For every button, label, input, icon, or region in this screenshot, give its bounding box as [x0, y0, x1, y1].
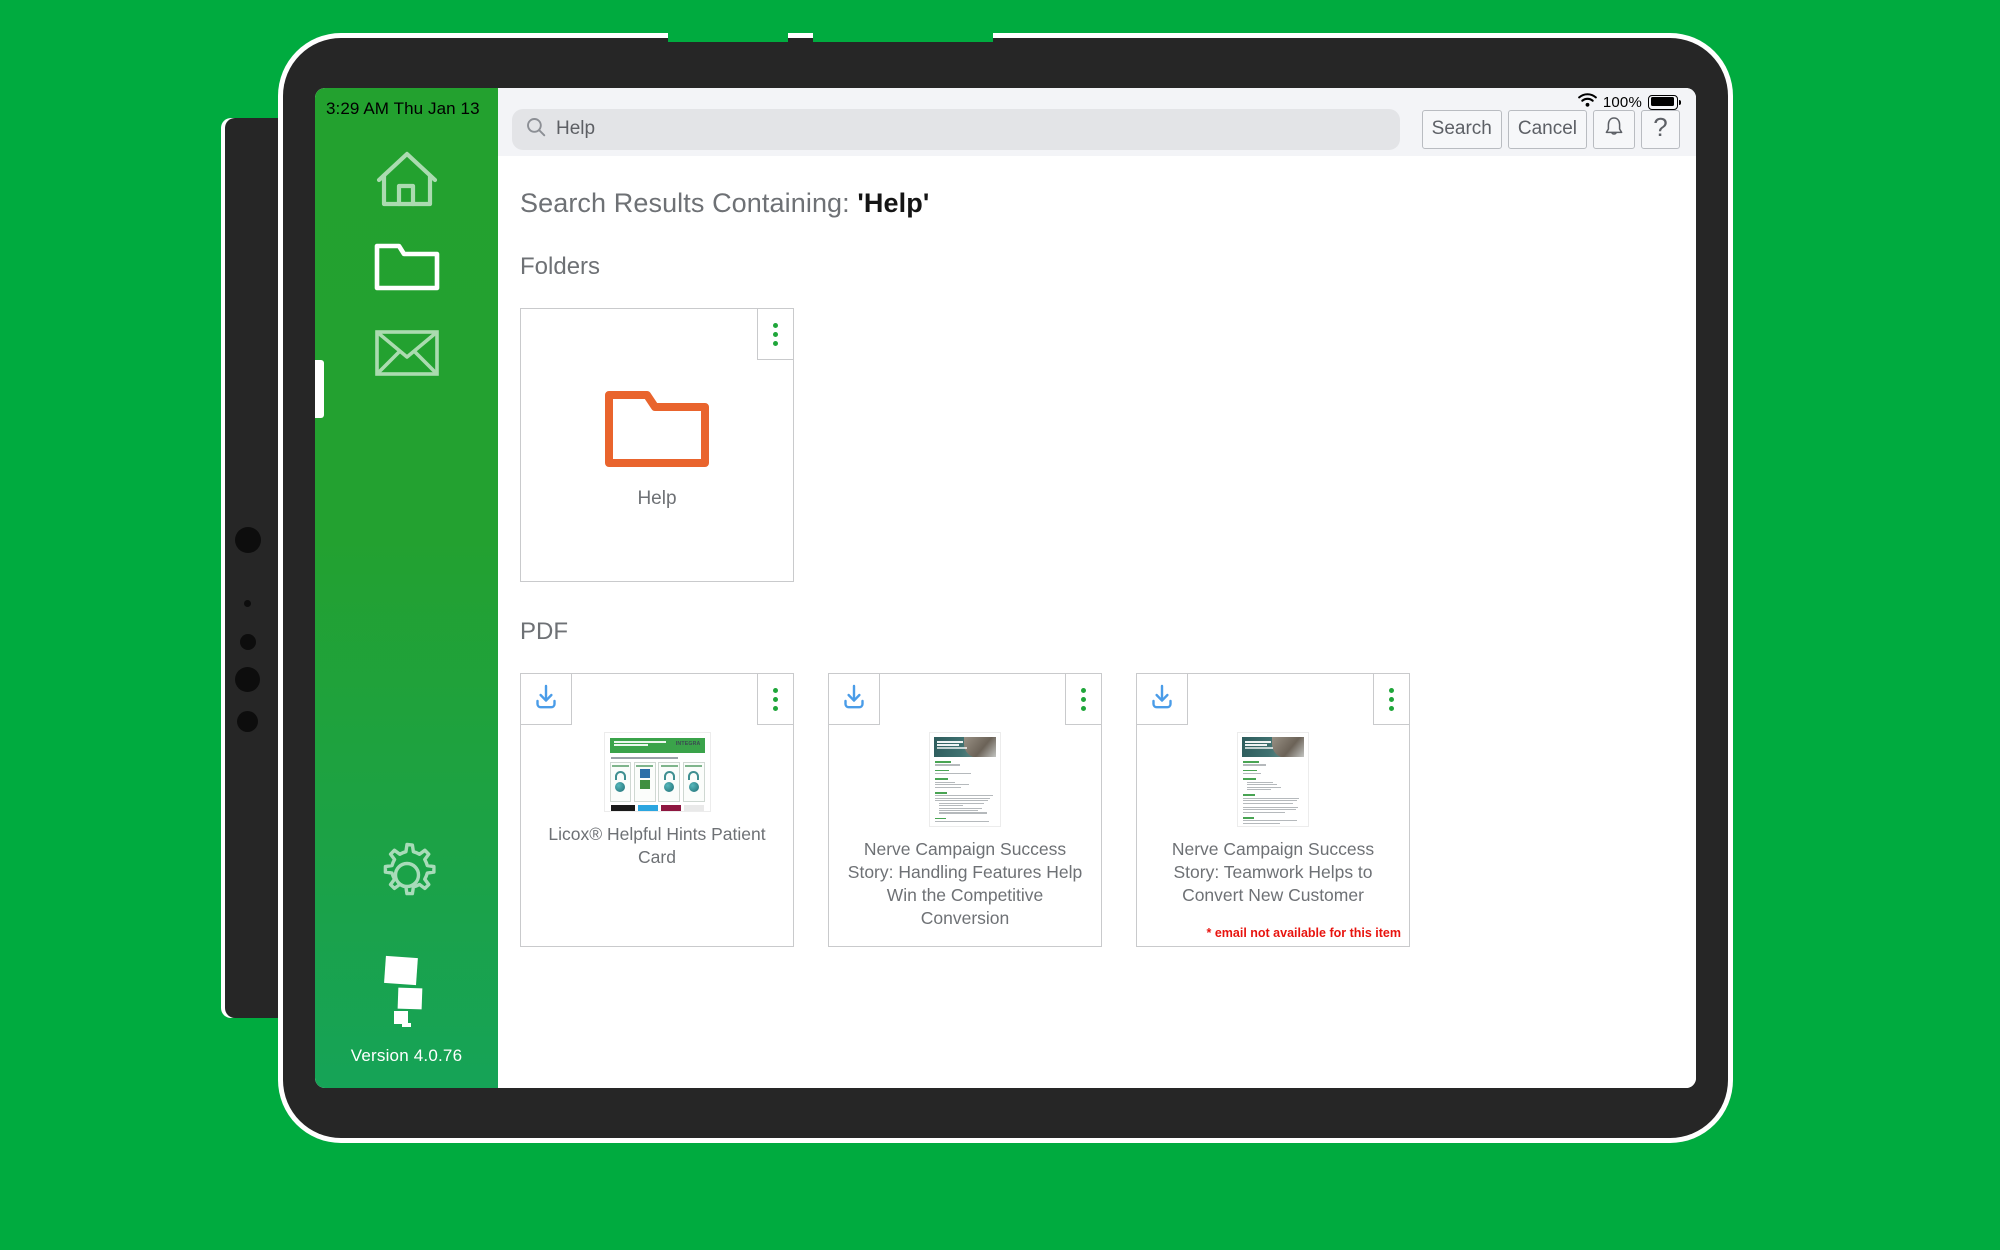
pdf-card[interactable]: Nerve Campaign Success Story: Teamwork H… — [1136, 673, 1410, 947]
search-icon — [526, 117, 546, 142]
frame-top-notch-secondary — [813, 26, 993, 42]
bezel-port-large — [235, 527, 261, 553]
kebab-menu-icon — [773, 687, 778, 693]
help-button[interactable]: ? — [1641, 109, 1680, 149]
folder-card-body: Help — [521, 309, 793, 581]
app-sidebar: 3:29 AM Thu Jan 13 Version 4.0.76 — [315, 88, 498, 1088]
status-bar-indicators: 100% — [1577, 93, 1682, 111]
download-icon — [1147, 682, 1177, 717]
battery-icon — [1648, 94, 1682, 110]
tablet-device-frame: 3:29 AM Thu Jan 13 Version 4.0.76 100% H… — [225, 26, 1728, 1138]
envelope-icon — [373, 326, 441, 378]
section-label-pdf: PDF — [520, 618, 568, 645]
notifications-button[interactable] — [1593, 109, 1635, 149]
section-label-folders: Folders — [520, 253, 601, 280]
pdf-card-row: INTEGRA Licox® Helpful Hints Patient Car… — [520, 673, 1696, 947]
tablet-screen: 3:29 AM Thu Jan 13 Version 4.0.76 100% H… — [315, 88, 1696, 1088]
pdf-card[interactable]: Nerve Campaign Success Story: Handling F… — [828, 673, 1102, 947]
wifi-icon — [1577, 93, 1597, 111]
pdf-card-menu-button[interactable] — [1065, 673, 1102, 725]
pdf-card[interactable]: INTEGRA Licox® Helpful Hints Patient Car… — [520, 673, 794, 947]
pdf-card-menu-button[interactable] — [757, 673, 794, 725]
download-icon — [531, 682, 561, 717]
frame-top-notch — [668, 26, 788, 42]
folder-card-menu-button[interactable] — [757, 308, 794, 360]
folders-card-row: Help — [520, 308, 1696, 582]
page-title: Search Results Containing: 'Help' — [520, 188, 1696, 219]
pdf-card-title: Nerve Campaign Success Story: Teamwork H… — [1171, 839, 1375, 906]
search-results-content: Search Results Containing: 'Help' Folder… — [498, 156, 1696, 1088]
bezel-port-tiny — [244, 600, 251, 607]
pdf-card-note: * email not available for this item — [1206, 926, 1401, 940]
main-panel: 100% Help Search Cancel ? Search Results… — [498, 88, 1696, 1088]
status-bar-time-date: 3:29 AM Thu Jan 13 — [326, 99, 480, 118]
sidebar-version-label: Version 4.0.76 — [350, 1046, 463, 1065]
kebab-menu-icon — [1389, 687, 1394, 693]
bezel-port-small — [240, 634, 256, 650]
download-icon — [839, 682, 869, 717]
pdf-thumbnail — [929, 732, 1001, 827]
folder-icon — [604, 387, 710, 476]
results-heading-prefix: Search Results Containing: — [520, 188, 858, 218]
cancel-button[interactable]: Cancel — [1507, 109, 1587, 149]
search-input[interactable]: Help — [512, 108, 1400, 150]
sidebar-item-settings[interactable] — [315, 839, 498, 911]
download-button[interactable] — [828, 673, 880, 725]
results-query-term: 'Help' — [857, 188, 930, 218]
download-button[interactable] — [1136, 673, 1188, 725]
pdf-thumbnail: INTEGRA — [603, 732, 711, 812]
folder-card-title: Help — [637, 487, 677, 509]
folder-icon — [373, 240, 441, 294]
download-button[interactable] — [520, 673, 572, 725]
pdf-card-title: Licox® Helpful Hints Patient Card — [548, 824, 766, 868]
battery-percent-label: 100% — [1602, 93, 1642, 111]
folder-card[interactable]: Help — [520, 308, 794, 582]
gear-icon — [371, 839, 443, 911]
sidebar-item-home[interactable] — [315, 150, 498, 210]
bell-icon — [1603, 115, 1625, 144]
sidebar-active-indicator — [315, 360, 324, 418]
bezel-port-bottom — [237, 711, 258, 732]
kebab-menu-icon — [1081, 687, 1086, 693]
pdf-card-title: Nerve Campaign Success Story: Handling F… — [847, 839, 1083, 929]
search-button[interactable]: Search — [1421, 109, 1502, 149]
sidebar-item-mail[interactable] — [315, 326, 498, 378]
app-toolbar: 100% Help Search Cancel ? — [498, 88, 1696, 156]
home-icon — [373, 150, 441, 210]
sidebar-item-folders[interactable] — [315, 240, 498, 294]
pdf-thumbnail — [1237, 732, 1309, 827]
search-input-value: Help — [556, 118, 596, 139]
app-logo — [376, 955, 438, 1032]
frame-side-bezel — [225, 118, 283, 1018]
bezel-port-medium — [235, 667, 260, 692]
kebab-menu-icon — [773, 322, 778, 328]
pdf-card-menu-button[interactable] — [1373, 673, 1410, 725]
